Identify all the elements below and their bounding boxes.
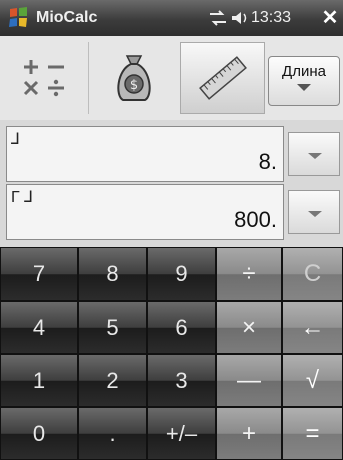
key-6[interactable]: 6 [147, 301, 216, 354]
unit-symbol-icon: Г ⅃ [11, 189, 34, 206]
app-title: MioCalc [36, 9, 98, 26]
unit-category-label: Длина [282, 63, 326, 80]
mode-length-button[interactable] [180, 42, 265, 114]
key-sqrt[interactable]: √ [282, 354, 343, 407]
key-0[interactable]: 0 [0, 407, 78, 460]
money-bag-icon: $ [117, 55, 151, 101]
key-backspace[interactable]: ← [282, 301, 343, 354]
volume-icon[interactable] [230, 9, 250, 27]
key-subtract[interactable]: — [216, 354, 282, 407]
key-decimal[interactable]: . [78, 407, 147, 460]
key-divide[interactable]: ÷ [216, 247, 282, 301]
key-4[interactable]: 4 [0, 301, 78, 354]
unit-symbol-icon: ⅃ [11, 131, 20, 148]
key-equals[interactable]: = [282, 407, 343, 460]
keypad: 7 8 9 ÷ C 4 5 6 × ← 1 2 3 — √ 0 . +/– + … [0, 247, 343, 460]
output-value-field[interactable]: Г ⅃ 800. [6, 184, 284, 240]
windows-start-icon[interactable] [6, 6, 32, 30]
key-9[interactable]: 9 [147, 247, 216, 301]
key-add[interactable]: + [216, 407, 282, 460]
connectivity-icon[interactable] [207, 9, 229, 27]
key-1[interactable]: 1 [0, 354, 78, 407]
input-value: 8. [258, 149, 277, 174]
key-multiply[interactable]: × [216, 301, 282, 354]
chevron-down-icon [308, 153, 322, 159]
key-3[interactable]: 3 [147, 354, 216, 407]
output-value: 800. [234, 207, 277, 232]
mode-toolbar: $ Длина [0, 36, 343, 120]
mode-arithmetic-button[interactable] [0, 42, 89, 114]
key-5[interactable]: 5 [78, 301, 147, 354]
input-unit-dropdown[interactable] [288, 132, 340, 176]
unit-category-dropdown[interactable]: Длина [268, 56, 340, 106]
ruler-icon [198, 56, 247, 100]
chevron-down-icon [308, 211, 322, 217]
key-clear[interactable]: C [282, 247, 343, 301]
output-unit-dropdown[interactable] [288, 190, 340, 234]
input-value-field[interactable]: ⅃ 8. [6, 126, 284, 182]
key-negate[interactable]: +/– [147, 407, 216, 460]
arithmetic-icon [23, 60, 64, 97]
chevron-down-icon [297, 84, 311, 91]
key-8[interactable]: 8 [78, 247, 147, 301]
key-2[interactable]: 2 [78, 354, 147, 407]
svg-text:$: $ [130, 78, 138, 93]
mode-currency-button[interactable]: $ [88, 42, 181, 114]
close-button[interactable]: ✕ [317, 0, 343, 36]
key-7[interactable]: 7 [0, 247, 78, 301]
clock-time[interactable]: 13:33 [251, 0, 291, 36]
title-bar: MioCalc 13:33 ✕ [0, 0, 343, 36]
